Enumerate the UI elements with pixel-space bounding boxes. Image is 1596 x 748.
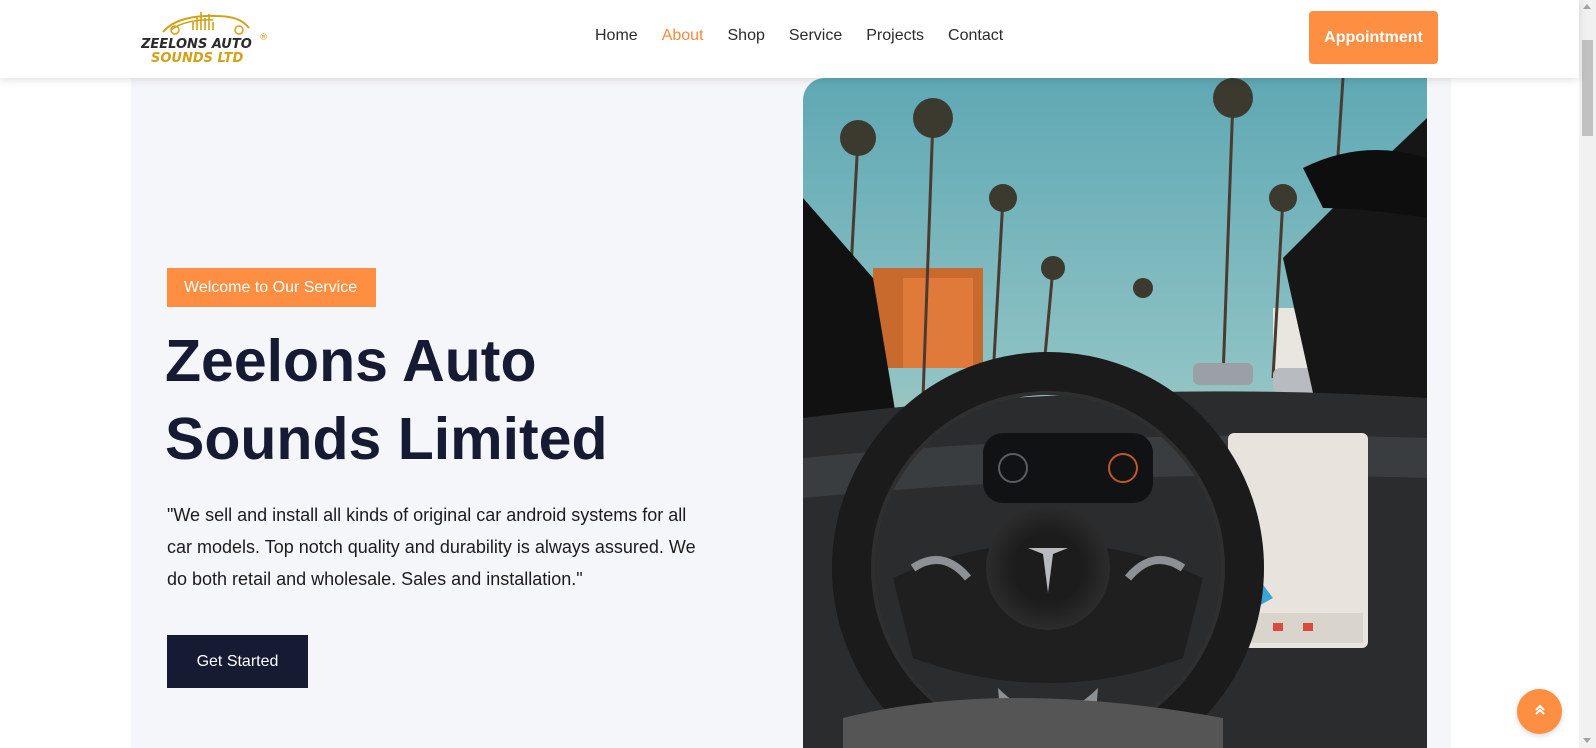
page: ZEELONS AUTO SOUNDS LTD ® Home About Sho… bbox=[0, 0, 1596, 748]
nav-projects[interactable]: Projects bbox=[866, 26, 924, 46]
scroll-down-arrow-icon[interactable] bbox=[1583, 738, 1591, 743]
back-to-top-button[interactable] bbox=[1517, 689, 1562, 734]
logo-registered-mark: ® bbox=[259, 33, 268, 43]
nav-shop[interactable]: Shop bbox=[728, 26, 765, 46]
car-interior-illustration bbox=[803, 78, 1427, 748]
logo-text-line1: ZEELONS AUTO bbox=[141, 37, 252, 52]
hero-title-line1: Zeelons Auto bbox=[165, 328, 537, 394]
get-started-button[interactable]: Get Started bbox=[167, 635, 308, 688]
main-nav: Home About Shop Service Projects Contact bbox=[595, 26, 1003, 46]
page-scrollbar[interactable] bbox=[1579, 0, 1596, 748]
hero-car-image bbox=[803, 78, 1427, 748]
scroll-thumb[interactable] bbox=[1582, 40, 1593, 136]
appointment-button[interactable]: Appointment bbox=[1309, 11, 1438, 64]
site-header: ZEELONS AUTO SOUNDS LTD ® Home About Sho… bbox=[0, 0, 1579, 78]
scroll-up-arrow-icon[interactable] bbox=[1583, 4, 1591, 9]
hero-title-line2: Sounds Limited bbox=[165, 406, 608, 472]
logo-graphic: ZEELONS AUTO SOUNDS LTD ® bbox=[140, 12, 268, 66]
logo-text-line2: SOUNDS LTD bbox=[151, 51, 244, 66]
hero-title: Zeelons Auto Sounds Limited bbox=[165, 322, 725, 478]
nav-service[interactable]: Service bbox=[789, 26, 842, 46]
welcome-badge: Welcome to Our Service bbox=[167, 268, 376, 307]
hero-description: "We sell and install all kinds of origin… bbox=[167, 505, 696, 589]
nav-about[interactable]: About bbox=[662, 26, 704, 46]
logo[interactable]: ZEELONS AUTO SOUNDS LTD ® bbox=[140, 10, 273, 68]
nav-home[interactable]: Home bbox=[595, 26, 638, 46]
double-chevron-up-icon bbox=[1534, 704, 1545, 715]
nav-contact[interactable]: Contact bbox=[948, 26, 1003, 46]
